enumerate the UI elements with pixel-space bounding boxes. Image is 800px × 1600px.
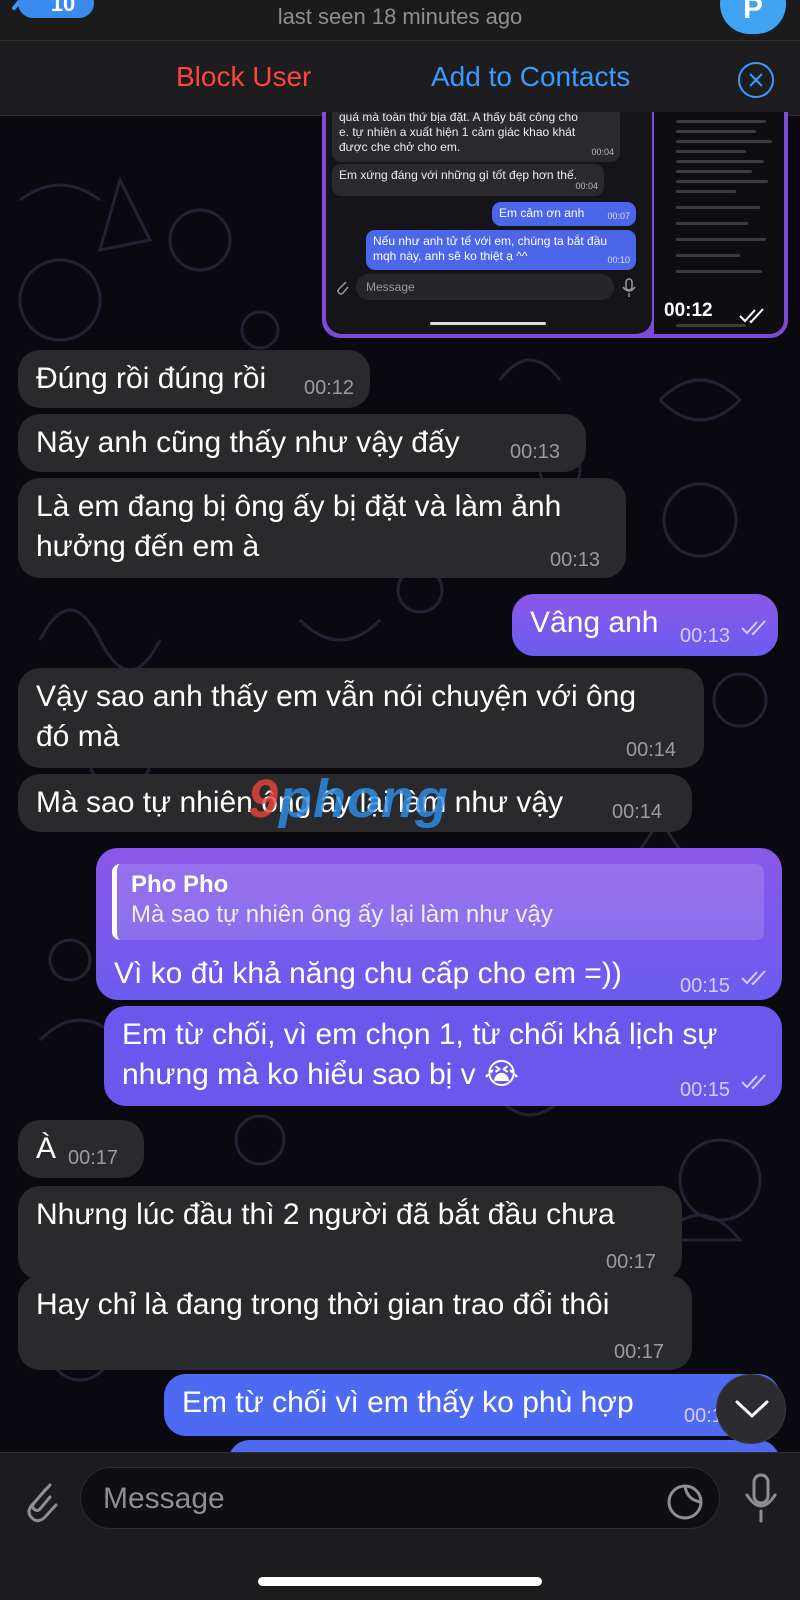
message-text: Nãy anh cũng thấy như vậy đấy xyxy=(36,426,460,459)
message-text: đó mà xyxy=(36,720,120,753)
contact-action-bar: Block User Add to Contacts xyxy=(0,40,800,116)
read-ticks-icon xyxy=(741,620,766,636)
message-time: 00:13 xyxy=(550,549,601,571)
message-time: 00:14 xyxy=(612,801,663,823)
message-time: 00:13 xyxy=(680,625,731,647)
incoming-message[interactable]: À 00:17 xyxy=(18,1120,144,1178)
embedded-side-panel: 00:12 xyxy=(654,112,784,334)
read-ticks-icon xyxy=(739,308,764,324)
mini-outgoing-message: Nếu như anh tử tế với em, chúng ta bắt đ… xyxy=(366,230,636,270)
message-text: Em từ chối, vì em chọn 1, từ chối khá lị… xyxy=(122,1018,718,1051)
mini-mic-icon xyxy=(622,278,636,297)
message-text: Đúng rồi đúng rồi xyxy=(36,362,267,395)
mini-incoming-message: Em xứng đáng với những gì tốt đẹp hơn th… xyxy=(332,164,604,196)
home-indicator xyxy=(258,1577,542,1586)
message-time: 00:17 xyxy=(68,1147,119,1169)
mini-text: Nếu như anh tử tế với em, chúng ta bắt đ… xyxy=(373,234,608,248)
mini-time: 00:04 xyxy=(575,181,598,191)
close-icon xyxy=(749,73,763,87)
message-text: Em từ chối vì em thấy ko phù hợp xyxy=(182,1386,634,1419)
read-ticks-icon xyxy=(741,970,766,986)
mini-attach-icon xyxy=(337,281,349,295)
message-text: hưởng đến em à xyxy=(36,530,260,563)
message-time: 00:15 xyxy=(680,1079,731,1101)
reply-snippet: Mà sao tự nhiên ông ấy lại làm như vậy xyxy=(131,901,553,928)
message-text: Hay chỉ là đang trong thời gian trao đổi… xyxy=(36,1288,610,1321)
incoming-message[interactable]: Nhưng lúc đầu thì 2 người đã bắt đầu chư… xyxy=(18,1186,682,1280)
mini-text: được che chở cho em. xyxy=(339,140,461,154)
message-text: Vâng anh xyxy=(530,606,659,639)
message-text: nhưng mà ko hiểu sao bị v 😭 xyxy=(122,1058,520,1091)
mini-home-indicator xyxy=(430,322,546,325)
mini-outgoing-message: Em cảm ơn anh 00:07 xyxy=(492,202,636,226)
message-time: 00:17 xyxy=(614,1341,665,1363)
message-text: Nhưng lúc đầu thì 2 người đã bắt đầu chư… xyxy=(36,1198,615,1231)
message-text: Là em đang bị ông ấy bị đặt và làm ảnh xyxy=(36,490,562,523)
close-action-bar-button[interactable] xyxy=(738,62,774,98)
mini-text: e. tự nhiên a xuất hiện 1 cảm giác khao … xyxy=(339,125,576,139)
last-seen-status: last seen 18 minutes ago xyxy=(277,4,523,29)
block-user-button[interactable]: Block User xyxy=(176,61,311,93)
read-ticks-icon xyxy=(741,1074,766,1090)
message-input[interactable]: Message xyxy=(80,1467,720,1529)
message-time: 00:15 xyxy=(680,975,731,997)
outgoing-message[interactable]: Em từ chối vì em thấy ko phù hợp 00:1 xyxy=(164,1374,780,1436)
mini-time: 00:04 xyxy=(591,147,614,157)
mini-message-input: Message xyxy=(356,274,614,300)
incoming-message[interactable]: Nãy anh cũng thấy như vậy đấy 00:13 xyxy=(18,414,586,472)
mini-text: Em xứng đáng với những gì tốt đẹp hơn th… xyxy=(339,168,577,182)
incoming-message[interactable]: Vậy sao anh thấy em vẫn nói chuyện với ô… xyxy=(18,668,704,768)
outgoing-message[interactable]: Em từ chối, vì em chọn 1, từ chối khá lị… xyxy=(104,1006,782,1106)
paperclip-icon[interactable] xyxy=(20,1475,60,1525)
embedded-screenshot: quá mà toàn thứ bịa đặt. A thấy bất công… xyxy=(326,112,652,334)
outgoing-message[interactable]: Vâng anh 00:13 xyxy=(512,594,778,656)
message-text: Vì ko đủ khả năng chu cấp cho em =)) xyxy=(114,957,622,990)
watermark-logo: 9phong xyxy=(248,769,449,829)
sticker-icon[interactable] xyxy=(666,1483,704,1521)
microphone-icon[interactable] xyxy=(744,1473,778,1523)
chat-header: 10 last seen 18 minutes ago P xyxy=(0,0,800,40)
message-time: 00:14 xyxy=(626,739,677,761)
scroll-to-bottom-button[interactable] xyxy=(716,1374,786,1444)
screenshot-image-message[interactable]: quá mà toàn thứ bịa đặt. A thấy bất công… xyxy=(322,112,788,338)
message-time: 00:13 xyxy=(510,441,561,463)
incoming-message[interactable]: Hay chỉ là đang trong thời gian trao đổi… xyxy=(18,1276,692,1370)
mini-incoming-message: quá mà toàn thứ bịa đặt. A thấy bất công… xyxy=(332,112,620,162)
reply-author: Pho Pho xyxy=(131,871,229,898)
mini-time: 00:07 xyxy=(607,211,630,221)
incoming-message[interactable]: Đúng rồi đúng rồi 00:12 xyxy=(18,350,370,408)
message-time: 00:12 xyxy=(304,377,355,399)
add-to-contacts-button[interactable]: Add to Contacts xyxy=(431,61,630,93)
message-text: À xyxy=(36,1132,57,1165)
image-timestamp: 00:12 xyxy=(664,300,713,321)
mini-text: mqh này, anh sẽ ko thiệt ạ ^^ xyxy=(373,249,528,263)
incoming-message[interactable]: Là em đang bị ông ấy bị đặt và làm ảnh h… xyxy=(18,478,626,578)
mini-text: quá mà toàn thứ bịa đặt. A thấy bất công… xyxy=(339,112,578,124)
reply-quote[interactable]: Pho Pho Mà sao tự nhiên ông ấy lại làm n… xyxy=(112,864,764,940)
mini-time: 00:10 xyxy=(607,255,630,265)
outgoing-reply-message[interactable]: Pho Pho Mà sao tự nhiên ông ấy lại làm n… xyxy=(96,848,782,1000)
message-text: Vậy sao anh thấy em vẫn nói chuyện với ô… xyxy=(36,680,637,713)
chevron-down-icon xyxy=(735,1400,769,1419)
